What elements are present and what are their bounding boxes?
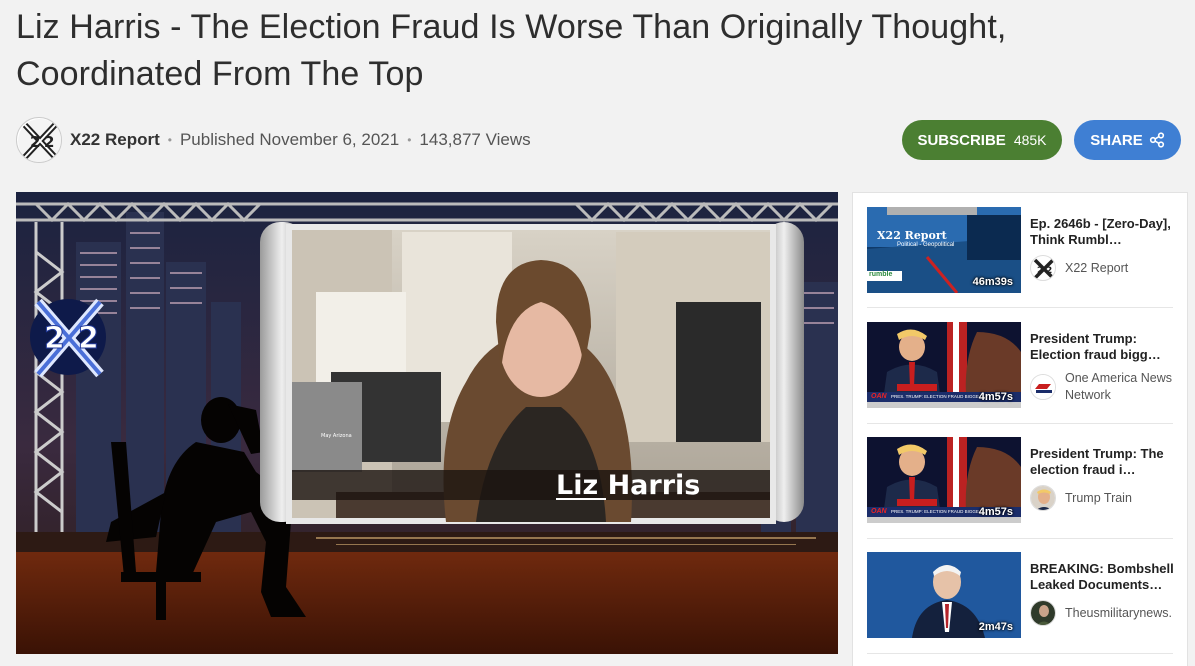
thumbnail-title: X22 Report bbox=[877, 229, 947, 242]
video-meta: 2 2 X22 Report • Published November 6, 2… bbox=[16, 116, 531, 164]
recommendation-thumbnail[interactable]: X22 Report Political - Geopolitical rumb… bbox=[867, 207, 1021, 293]
video-title-line-2: Coordinated From The Top bbox=[16, 55, 424, 93]
channel-avatar bbox=[1030, 374, 1056, 400]
recommendation-title[interactable]: BREAKING: Bombshell Leaked Documents… bbox=[1030, 561, 1175, 592]
divider bbox=[867, 307, 1173, 308]
share-label: SHARE bbox=[1090, 131, 1143, 149]
channel-avatar bbox=[1030, 600, 1056, 626]
svg-text:2: 2 bbox=[78, 321, 99, 356]
svg-text:2: 2 bbox=[1037, 266, 1043, 276]
rumble-logo: rumble bbox=[869, 271, 893, 278]
svg-text:2: 2 bbox=[44, 321, 65, 356]
video-duration: 4m57s bbox=[978, 391, 1013, 403]
video-frame: 2 2 May Arizona Liz Harris bbox=[16, 192, 838, 654]
recommendation-title[interactable]: President Trump: Election fraud bigg… bbox=[1030, 331, 1175, 362]
subscriber-count: 485K bbox=[1013, 132, 1047, 148]
channel-name: Trump Train bbox=[1065, 490, 1132, 505]
recommendation-title[interactable]: Ep. 2646b - [Zero-Day], Think Rumbl… bbox=[1030, 216, 1175, 247]
divider bbox=[867, 423, 1173, 424]
channel-avatar: 2 2 bbox=[1030, 255, 1056, 281]
svg-text:2: 2 bbox=[44, 133, 54, 151]
channel-name: One America News Network bbox=[1065, 371, 1172, 402]
recommendation-item[interactable]: OAN PRES. TRUMP: ELECTION FRAUD BIGGE 4m… bbox=[867, 322, 1175, 408]
divider bbox=[867, 538, 1173, 539]
video-title: Liz Harris - The Election Fraud Is Worse… bbox=[16, 4, 1116, 98]
meta-separator: • bbox=[167, 133, 172, 147]
svg-text:2: 2 bbox=[30, 133, 40, 151]
channel-avatar[interactable]: 2 2 bbox=[16, 117, 62, 163]
recommendation-channel[interactable]: One America News Network bbox=[1030, 370, 1180, 404]
recommendation-channel[interactable]: 2 2 X22 Report bbox=[1030, 255, 1180, 281]
meta-separator: • bbox=[407, 133, 412, 147]
svg-text:2: 2 bbox=[1046, 266, 1052, 276]
oan-logo: OAN bbox=[871, 508, 887, 515]
subscribe-button[interactable]: SUBSCRIBE 485K bbox=[902, 120, 1062, 160]
channel-name: X22 Report bbox=[1065, 260, 1129, 275]
share-button[interactable]: SHARE bbox=[1074, 120, 1181, 160]
divider bbox=[867, 653, 1173, 654]
recommendation-channel[interactable]: Trump Train bbox=[1030, 485, 1180, 511]
video-title-line-1: Liz Harris - The Election Fraud Is Worse… bbox=[16, 8, 1007, 46]
video-duration: 2m47s bbox=[978, 621, 1013, 633]
recommendation-item[interactable]: 2m47s BREAKING: Bombshell Leaked Documen… bbox=[867, 552, 1175, 638]
recommendation-thumbnail[interactable]: OAN PRES. TRUMP: ELECTION FRAUD BIGGE 4m… bbox=[867, 437, 1021, 523]
recommendation-channel[interactable]: Theusmilitarynews. bbox=[1030, 600, 1180, 626]
published-date: Published November 6, 2021 bbox=[179, 130, 400, 149]
recommendations-sidebar: X22 Report Political - Geopolitical rumb… bbox=[852, 192, 1188, 666]
video-duration: 4m57s bbox=[978, 506, 1013, 518]
view-count: 143,877 Views bbox=[419, 130, 531, 149]
lower-third-name: Liz Harris bbox=[556, 470, 700, 501]
channel-avatar bbox=[1030, 485, 1056, 511]
recommendation-title[interactable]: President Trump: The election fraud i… bbox=[1030, 446, 1175, 477]
video-duration: 46m39s bbox=[972, 276, 1013, 288]
video-player[interactable]: 2 2 May Arizona Liz Harris bbox=[16, 192, 838, 654]
background-caption: May Arizona bbox=[321, 433, 352, 439]
recommendation-item[interactable]: OAN PRES. TRUMP: ELECTION FRAUD BIGGE 4m… bbox=[867, 437, 1175, 523]
oan-logo: OAN bbox=[871, 393, 887, 400]
recommendation-item[interactable]: X22 Report Political - Geopolitical rumb… bbox=[867, 207, 1175, 293]
x22-logo: 2 2 bbox=[30, 298, 106, 378]
share-icon bbox=[1149, 132, 1164, 148]
subscribe-label: SUBSCRIBE bbox=[917, 131, 1006, 149]
channel-name[interactable]: X22 Report bbox=[70, 130, 160, 150]
recommendation-thumbnail[interactable]: OAN PRES. TRUMP: ELECTION FRAUD BIGGE 4m… bbox=[867, 322, 1021, 408]
thumbnail-ticker: PRES. TRUMP: ELECTION FRAUD BIGGE bbox=[891, 509, 979, 514]
thumbnail-ticker: PRES. TRUMP: ELECTION FRAUD BIGGE bbox=[891, 394, 979, 399]
channel-name: Theusmilitarynews. bbox=[1065, 605, 1172, 620]
thumbnail-subtitle: Political - Geopolitical bbox=[897, 242, 955, 248]
recommendation-thumbnail[interactable]: 2m47s bbox=[867, 552, 1021, 638]
